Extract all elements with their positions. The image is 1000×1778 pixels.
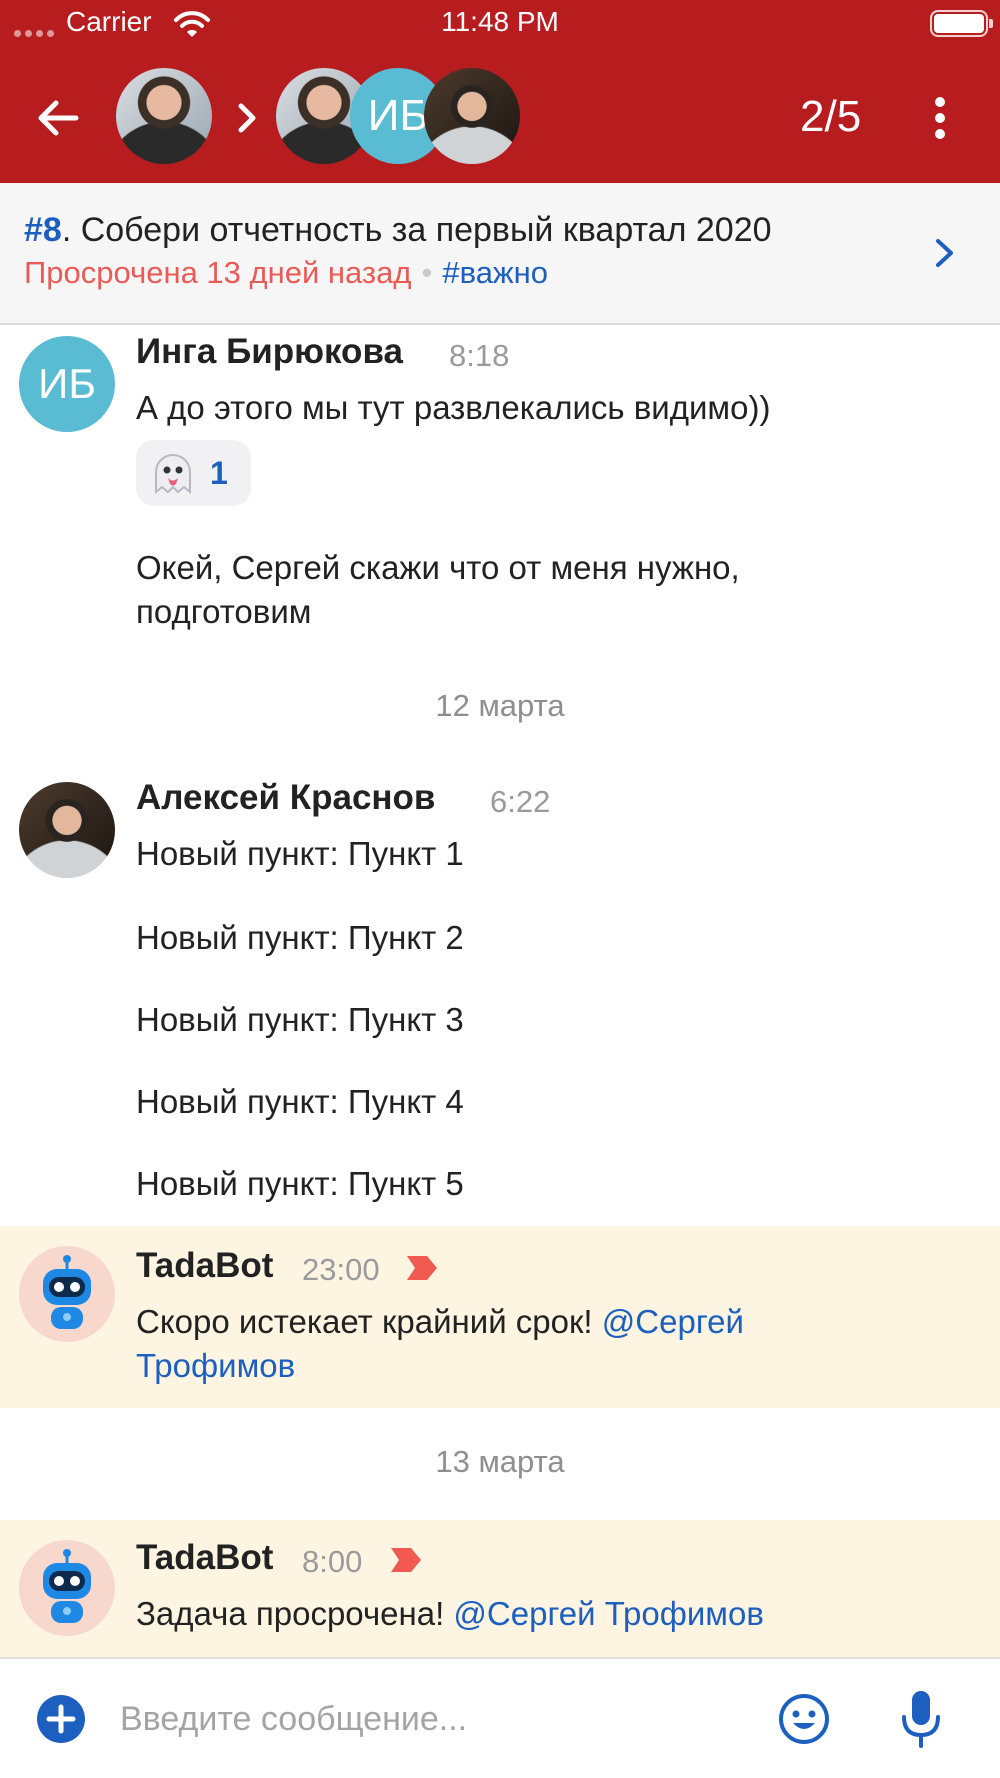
chevron-right-icon[interactable] (932, 236, 958, 270)
flag-icon (391, 1548, 421, 1572)
message-text: Скоро истекает крайний срок! @Сергей (136, 1300, 744, 1344)
plus-circle-icon[interactable] (36, 1694, 86, 1744)
message-text: Задача просрочена! @Сергей Трофимов (136, 1592, 764, 1636)
sender-name: Инга Бирюкова (136, 332, 403, 371)
message-composer (0, 1657, 1000, 1778)
sender-name: TadaBot (136, 1538, 274, 1577)
checklist-item: Новый пункт: Пункт 4 (136, 1083, 464, 1120)
task-title-text: . Собери отчетность за первый квартал 20… (61, 211, 772, 249)
status-bar: Carrier 11:48 PM (0, 0, 1000, 48)
overdue-status: Просрочена 13 дней назад (24, 255, 412, 290)
message-input[interactable] (120, 1689, 740, 1749)
date-separator: 12 марта (435, 688, 565, 723)
microphone-icon[interactable] (900, 1689, 942, 1749)
robot-icon (43, 1549, 91, 1623)
battery-icon (930, 10, 993, 37)
bot-avatar[interactable] (19, 1540, 115, 1636)
ghost-emoji-icon (155, 454, 191, 495)
message-time: 6:22 (490, 784, 551, 819)
meta-separator: • (421, 255, 433, 290)
message-text-body: Задача просрочена! (136, 1595, 454, 1632)
robot-icon (43, 1255, 91, 1329)
task-counter: 2/5 (800, 92, 862, 141)
task-number: #8 (24, 211, 62, 249)
checklist-item: Новый пункт: Пункт 1 (136, 835, 464, 872)
app-header: Carrier 11:48 PM ИБ 2/5 (0, 0, 1000, 183)
checklist-item: Новый пункт: Пункт 5 (136, 1165, 464, 1202)
back-arrow-icon[interactable] (30, 90, 86, 146)
avatar[interactable] (19, 782, 115, 878)
checklist-item: Новый пункт: Пункт 2 (136, 919, 464, 956)
sender-name: Алексей Краснов (136, 778, 436, 817)
flag-icon (407, 1256, 437, 1280)
message-time: 8:18 (449, 338, 510, 373)
bot-avatar[interactable] (19, 1246, 115, 1342)
message-text-line: подготовим (136, 593, 312, 630)
status-time: 11:48 PM (441, 6, 559, 37)
avatar[interactable]: ИБ (19, 336, 115, 432)
message-text: А до этого мы тут развлекались видимо)) (136, 389, 771, 426)
date-separator: 13 марта (435, 1444, 565, 1479)
reaction-count: 1 (210, 454, 228, 491)
more-vertical-icon[interactable] (920, 96, 960, 140)
task-tag[interactable]: #важно (442, 255, 548, 290)
task-meta: Просрочена 13 дней назад • #важно (24, 255, 548, 291)
chevron-right-icon (238, 103, 256, 133)
message-text-body: Скоро истекает крайний срок! (136, 1303, 602, 1340)
smiley-icon[interactable] (778, 1693, 830, 1745)
checklist-item: Новый пункт: Пункт 3 (136, 1001, 464, 1038)
user-mention[interactable]: Трофимов (136, 1344, 295, 1388)
user-mention[interactable]: @Сергей Трофимов (453, 1595, 763, 1632)
message-time: 23:00 (302, 1252, 380, 1287)
message-time: 8:00 (302, 1544, 363, 1579)
task-title: #8. Собери отчетность за первый квартал … (24, 211, 772, 250)
message-text-line: Окей, Сергей скажи что от меня нужно, (136, 549, 740, 586)
task-summary[interactable]: #8. Собери отчетность за первый квартал … (0, 183, 1000, 325)
user-mention[interactable]: @Сергей (602, 1303, 744, 1340)
assignee-avatar-3[interactable] (424, 68, 520, 164)
reaction-chip[interactable]: 1 (136, 440, 251, 506)
sender-name: TadaBot (136, 1246, 274, 1285)
author-avatar[interactable] (116, 68, 212, 164)
